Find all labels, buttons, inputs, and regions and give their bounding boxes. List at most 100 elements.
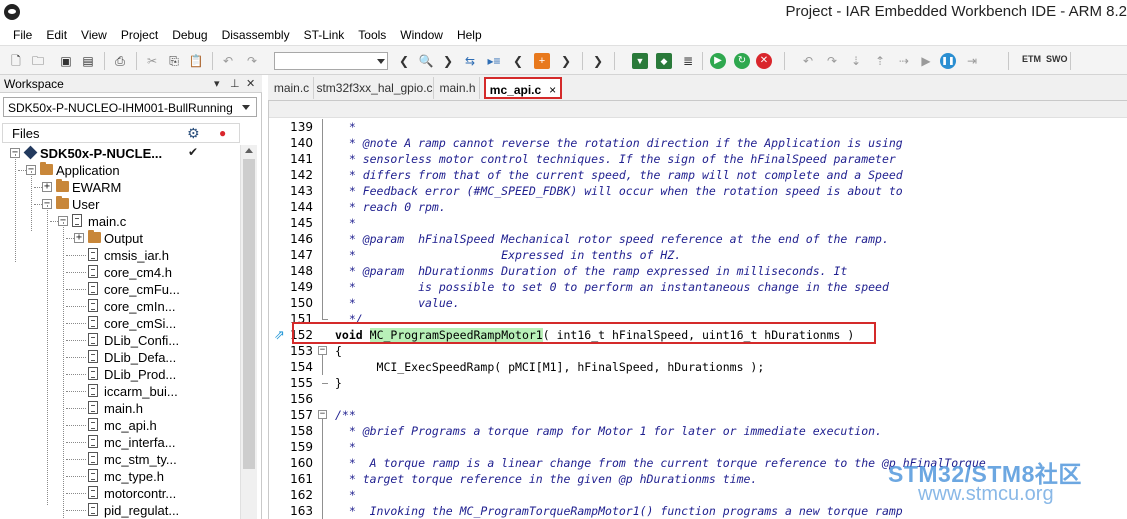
print-icon[interactable]: ⎙ <box>112 53 128 69</box>
menu-item-debug[interactable]: Debug <box>165 28 214 42</box>
menu-item-project[interactable]: Project <box>114 28 165 42</box>
expand-icon[interactable]: + <box>74 233 84 243</box>
pin-icon[interactable]: ⊥ <box>230 77 240 90</box>
tree-item[interactable]: core_cm4.h <box>2 264 240 281</box>
menu-item-tools[interactable]: Tools <box>351 28 393 42</box>
navigate-back-icon[interactable]: ❮ <box>510 53 526 69</box>
scrollbar-thumb[interactable] <box>243 159 255 469</box>
download-icon[interactable]: ▼ <box>632 53 648 69</box>
goto-icon[interactable]: ▸≡ <box>486 53 502 69</box>
tree-item[interactable]: main.h <box>2 400 240 417</box>
code-line[interactable]: 148 * @param hDurationms Duration of the… <box>269 263 1127 279</box>
close-icon[interactable]: ✕ <box>246 77 255 90</box>
code-line[interactable]: 155} <box>269 375 1127 391</box>
tree-item[interactable]: mc_type.h <box>2 468 240 485</box>
go-icon[interactable]: ⇥ <box>964 53 980 69</box>
step-out-icon[interactable]: ⇡ <box>872 53 888 69</box>
code-line[interactable]: 153−{ <box>269 343 1127 359</box>
toggle-breakpoint-icon[interactable]: ❯ <box>590 53 606 69</box>
tree-item[interactable]: pid_regulat... <box>2 502 240 519</box>
run-to-cursor-icon[interactable]: ▶ <box>918 53 934 69</box>
stop-debug-icon[interactable]: ✕ <box>756 53 772 69</box>
navigate-forward-icon[interactable]: ❯ <box>558 53 574 69</box>
code-line[interactable]: 159 * <box>269 439 1127 455</box>
menu-item-st-link[interactable]: ST-Link <box>297 28 352 42</box>
code-line[interactable]: 146 * @param hFinalSpeed Mechanical roto… <box>269 231 1127 247</box>
close-tab-icon[interactable]: × <box>549 83 556 97</box>
tree-item[interactable]: DLib_Prod... <box>2 366 240 383</box>
debug-without-download-icon[interactable]: ↻ <box>734 53 750 69</box>
bookmark-icon[interactable]: + <box>534 53 550 69</box>
tree-item[interactable]: − main.c <box>2 213 240 230</box>
code-line[interactable]: 150 * value. <box>269 295 1127 311</box>
cut-icon[interactable]: ✂ <box>144 53 160 69</box>
tree-item[interactable]: core_cmFu... <box>2 281 240 298</box>
tree-item[interactable]: core_cmIn... <box>2 298 240 315</box>
code-line[interactable]: 145 * <box>269 215 1127 231</box>
tree-scrollbar[interactable] <box>240 145 257 519</box>
code-line[interactable]: 142 * differs from that of the current s… <box>269 167 1127 183</box>
menu-item-file[interactable]: File <box>6 28 39 42</box>
menu-item-edit[interactable]: Edit <box>39 28 74 42</box>
tree-item[interactable]: mc_interfa... <box>2 434 240 451</box>
scroll-up-icon[interactable] <box>245 148 253 153</box>
tree-item[interactable]: core_cmSi... <box>2 315 240 332</box>
code-line[interactable]: 156 <box>269 391 1127 407</box>
tree-item[interactable]: − User <box>2 196 240 213</box>
menu-item-disassembly[interactable]: Disassembly <box>215 28 297 42</box>
menu-item-help[interactable]: Help <box>450 28 489 42</box>
tree-item[interactable]: + Output <box>2 230 240 247</box>
tab-main-c[interactable]: main.c <box>270 77 314 99</box>
undo-icon[interactable]: ↶ <box>220 53 236 69</box>
new-file-icon[interactable]: 🗋 <box>8 53 24 69</box>
expand-icon[interactable]: + <box>42 182 52 192</box>
panel-menu-icon[interactable]: ▾ <box>214 77 220 90</box>
save-icon[interactable]: ▣ <box>58 53 74 69</box>
tree-item[interactable]: DLib_Defa... <box>2 349 240 366</box>
tab-mc-api-c[interactable]: mc_api.c × <box>484 77 562 99</box>
redo-icon[interactable]: ↷ <box>244 53 260 69</box>
paste-icon[interactable]: 📋 <box>188 53 204 69</box>
fold-toggle-icon[interactable]: − <box>318 410 327 419</box>
code-line[interactable]: 147 * Expressed in tenths of HZ. <box>269 247 1127 263</box>
etm-button[interactable]: ETM <box>1022 54 1041 64</box>
code-line[interactable]: 154 MCI_ExecSpeedRamp( pMCI[M1], hFinalS… <box>269 359 1127 375</box>
tree-item[interactable]: cmsis_iar.h <box>2 247 240 264</box>
gear-icon[interactable]: ⚙ <box>187 125 200 142</box>
code-line[interactable]: 141 * sensorless motor control technique… <box>269 151 1127 167</box>
code-line[interactable]: 157−/** <box>269 407 1127 423</box>
code-line[interactable]: 140 * @note A ramp cannot reverse the ro… <box>269 135 1127 151</box>
code-line[interactable]: 158 * @brief Programs a torque ramp for … <box>269 423 1127 439</box>
replace-icon[interactable]: ⇆ <box>462 53 478 69</box>
tab-stm32f3xx-hal-gpio-c[interactable]: stm32f3xx_hal_gpio.c <box>316 77 434 99</box>
break-icon[interactable]: ❚❚ <box>940 53 956 69</box>
code-line[interactable]: 139 * <box>269 119 1127 135</box>
compile-icon[interactable]: ◆ <box>656 53 672 69</box>
step-into-icon[interactable]: ⇣ <box>848 53 864 69</box>
tree-item[interactable]: motorcontr... <box>2 485 240 502</box>
find-icon[interactable]: 🔍 <box>418 53 434 69</box>
make-icon[interactable]: ≣ <box>680 53 696 69</box>
find-next-icon[interactable]: ❯ <box>440 53 456 69</box>
tree-item[interactable]: − Application <box>2 162 240 179</box>
open-file-icon[interactable]: 🗀 <box>30 53 46 69</box>
menu-item-window[interactable]: Window <box>393 28 450 42</box>
tree-item[interactable]: + EWARM <box>2 179 240 196</box>
tree-item[interactable]: mc_api.h <box>2 417 240 434</box>
tree-item[interactable]: − SDK50x-P-NUCLE... ✔ <box>2 145 240 162</box>
tab-main-h[interactable]: main.h <box>436 77 480 99</box>
swo-button[interactable]: SWO <box>1046 54 1068 64</box>
download-debug-icon[interactable]: ▶ <box>710 53 726 69</box>
tree-item[interactable]: mc_stm_ty... <box>2 451 240 468</box>
copy-icon[interactable]: ⎘ <box>166 53 182 69</box>
find-previous-icon[interactable]: ❮ <box>396 53 412 69</box>
save-all-icon[interactable]: ▤ <box>80 53 96 69</box>
find-combo[interactable] <box>274 52 388 70</box>
code-line[interactable]: 144 * reach 0 rpm. <box>269 199 1127 215</box>
menu-item-view[interactable]: View <box>74 28 114 42</box>
fold-toggle-icon[interactable]: − <box>318 346 327 355</box>
reset-icon[interactable]: ↶ <box>800 53 816 69</box>
tree-item[interactable]: iccarm_bui... <box>2 383 240 400</box>
configuration-select[interactable]: SDK50x-P-NUCLEO-IHM001-BullRunning <box>3 97 257 117</box>
code-line[interactable]: 149 * is possible to set 0 to perform an… <box>269 279 1127 295</box>
